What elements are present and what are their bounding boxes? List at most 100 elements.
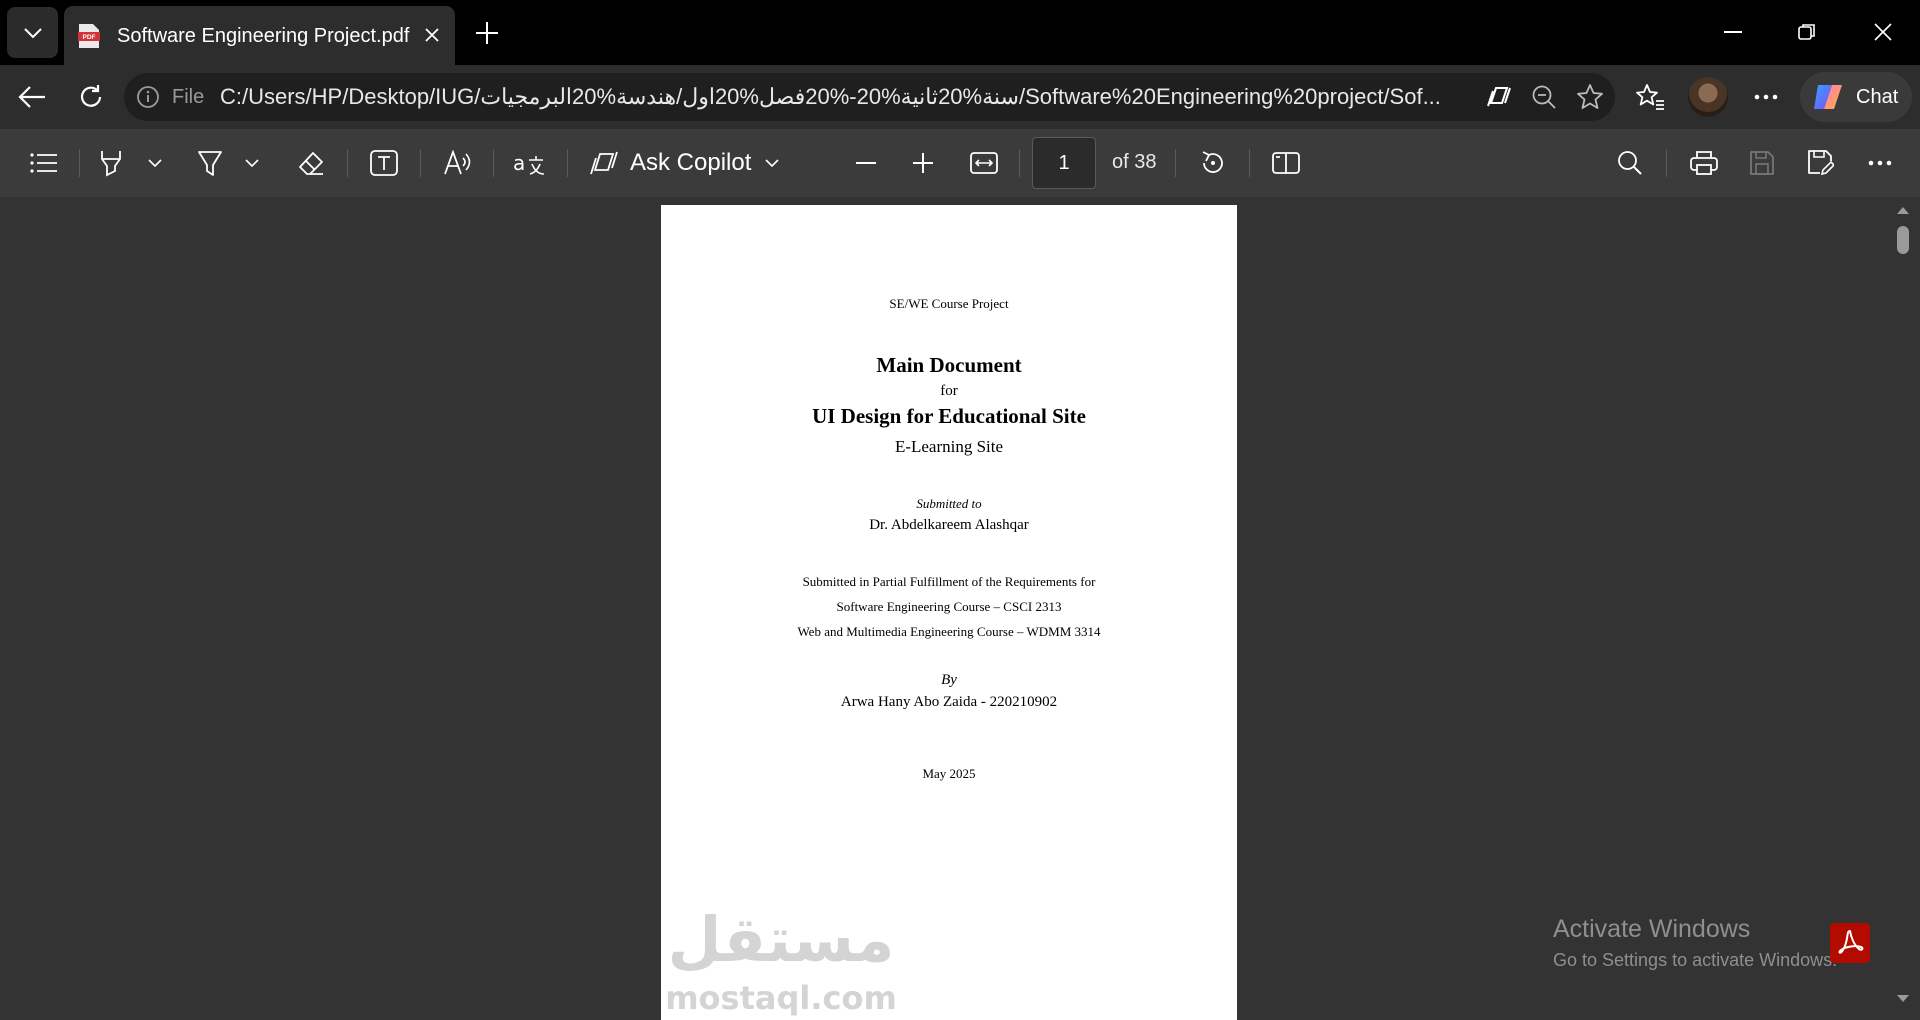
doc-subject: UI Design for Educational Site — [812, 404, 1086, 428]
copilot-logo-icon — [1814, 85, 1842, 109]
fit-to-width-button[interactable] — [964, 143, 1004, 183]
pdf-file-icon: PDF — [78, 24, 100, 48]
print-button[interactable] — [1684, 143, 1724, 183]
toolbar-divider — [567, 149, 568, 177]
toolbar-divider — [79, 149, 80, 177]
submitted-to-label: Submitted to — [916, 496, 982, 511]
favorites-star-list-icon — [1636, 84, 1664, 110]
draw-options-button[interactable] — [240, 143, 264, 183]
watermark-latin: mostaql.com — [665, 979, 897, 1017]
scroll-up-arrow-icon[interactable] — [1896, 205, 1910, 215]
copilot-icon — [590, 151, 618, 175]
tab-actions-button[interactable] — [7, 7, 58, 58]
zoom-out-button[interactable] — [1529, 82, 1559, 112]
pdf-viewer-area[interactable]: SE/WE Course Project Main Document for U… — [0, 197, 1920, 1020]
printer-icon — [1690, 151, 1718, 175]
chevron-down-icon — [765, 159, 779, 167]
profile-avatar[interactable] — [1688, 77, 1728, 117]
scroll-down-arrow-icon[interactable] — [1896, 994, 1910, 1004]
acrobat-logo-icon — [1838, 930, 1864, 954]
save-as-button[interactable] — [1801, 143, 1841, 183]
settings-more-button[interactable] — [1746, 77, 1786, 117]
rotate-button[interactable] — [1193, 143, 1233, 183]
text-box-icon — [370, 150, 398, 176]
star-icon — [1577, 84, 1603, 109]
tab-title: Software Engineering Project.pdf — [117, 25, 410, 47]
submitted-to-name: Dr. Abdelkareem Alashqar — [869, 517, 1029, 533]
site-info-button[interactable] — [136, 85, 160, 114]
translate-button[interactable]: a — [510, 143, 550, 183]
fulfillment-line-1: Submitted in Partial Fulfillment of the … — [802, 574, 1096, 589]
info-icon — [137, 86, 159, 108]
ask-copilot-button[interactable]: Ask Copilot — [588, 143, 788, 183]
toolbar-divider — [493, 149, 494, 177]
activate-hint: Go to Settings to activate Windows. — [1553, 950, 1838, 970]
plus-icon — [476, 22, 498, 44]
rotate-icon — [1202, 151, 1223, 173]
table-of-contents-icon — [30, 153, 57, 173]
eraser-icon — [299, 152, 323, 175]
refresh-icon — [80, 85, 102, 107]
active-tab[interactable]: PDF Software Engineering Project.pdf — [64, 6, 455, 65]
favorite-button[interactable] — [1575, 82, 1605, 112]
copilot-icon — [1487, 87, 1511, 107]
doc-title: Main Document — [876, 353, 1022, 377]
watermark-arabic: مستقل — [667, 903, 895, 976]
highlight-options-button[interactable] — [143, 143, 167, 183]
chevron-down-icon — [148, 159, 162, 167]
pen-icon — [198, 151, 222, 176]
zoom-out-button[interactable] — [846, 143, 886, 183]
restore-icon — [1798, 24, 1815, 40]
doc-header: SE/WE Course Project — [889, 296, 1009, 311]
fulfillment-line-3: Web and Multimedia Engineering Course – … — [797, 624, 1101, 639]
back-button[interactable] — [12, 77, 52, 117]
save-button[interactable] — [1742, 143, 1782, 183]
doc-subtitle: E-Learning Site — [894, 437, 1004, 456]
tab-strip: PDF Software Engineering Project.pdf — [0, 0, 1920, 65]
svg-text:a: a — [513, 151, 525, 175]
copilot-page-button[interactable] — [1484, 82, 1514, 112]
toolbar-divider — [347, 149, 348, 177]
url-text[interactable]: C:/Users/HP/Desktop/IUG/سنة%20ثانية%20-%… — [220, 84, 1590, 110]
zoom-out-icon — [1532, 85, 1556, 109]
restore-button[interactable] — [1779, 10, 1835, 54]
more-options-button[interactable] — [1860, 143, 1900, 183]
url-scheme-label: File — [172, 86, 205, 108]
read-aloud-icon — [444, 150, 471, 175]
close-icon — [1874, 23, 1892, 41]
minimize-button[interactable] — [1705, 10, 1761, 54]
tab-close-button[interactable] — [417, 20, 447, 50]
window-close-button[interactable] — [1855, 10, 1911, 54]
chat-label: Chat — [1856, 85, 1899, 108]
new-tab-button[interactable] — [468, 14, 506, 52]
highlight-button[interactable] — [92, 143, 132, 183]
highlighter-icon — [101, 151, 121, 177]
mostaql-watermark: مستقل mostaql.com — [661, 903, 1237, 1018]
page-number-input[interactable]: 1 — [1032, 137, 1096, 189]
address-bar[interactable]: File C:/Users/HP/Desktop/IUG/سنة%20ثانية… — [124, 73, 1615, 121]
zoom-in-button[interactable] — [903, 143, 943, 183]
erase-button[interactable] — [291, 143, 331, 183]
back-arrow-icon — [18, 86, 45, 108]
find-button[interactable] — [1610, 143, 1650, 183]
contents-button[interactable] — [24, 143, 64, 183]
read-aloud-button[interactable] — [437, 143, 479, 183]
refresh-button[interactable] — [71, 77, 111, 117]
toolbar-divider — [1019, 149, 1020, 177]
chevron-down-icon — [245, 159, 259, 167]
two-page-view-icon — [1272, 152, 1300, 174]
favorites-button[interactable] — [1630, 77, 1670, 117]
scrollbar-thumb[interactable] — [1897, 226, 1909, 254]
fit-width-icon — [970, 152, 998, 174]
more-horizontal-icon — [1754, 94, 1778, 100]
add-text-button[interactable] — [364, 143, 404, 183]
save-icon — [1750, 151, 1774, 175]
author-name: Arwa Hany Abo Zaida - 220210902 — [840, 694, 1058, 710]
acrobat-button[interactable] — [1830, 923, 1870, 963]
plus-icon — [913, 153, 933, 173]
toolbar-divider — [1175, 149, 1176, 177]
translate-icon: a — [513, 151, 545, 175]
page-view-button[interactable] — [1266, 143, 1306, 183]
draw-button[interactable] — [190, 143, 230, 183]
copilot-chat-button[interactable]: Chat — [1800, 72, 1912, 122]
